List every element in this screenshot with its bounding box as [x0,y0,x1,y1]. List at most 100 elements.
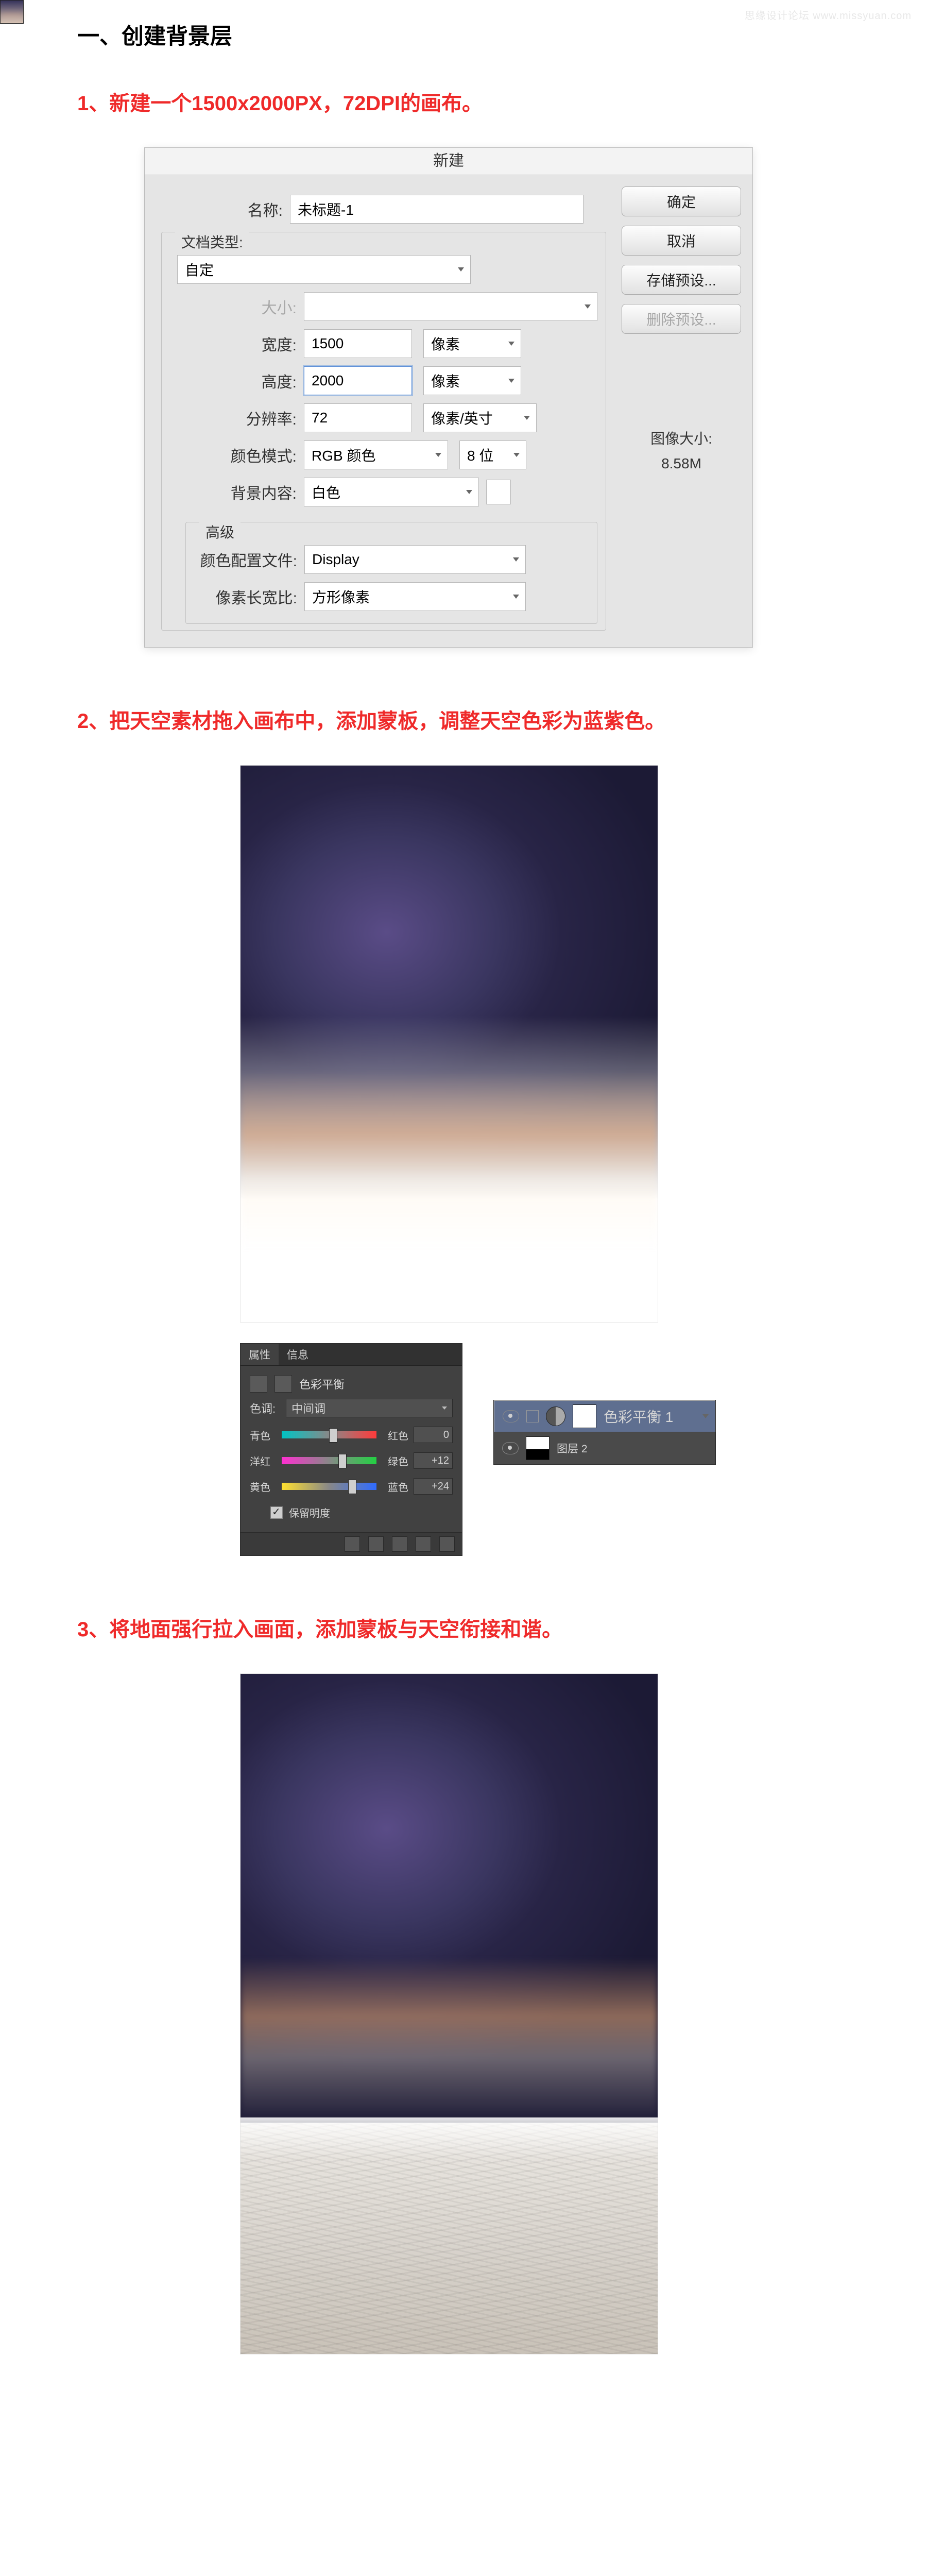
ok-button[interactable]: 确定 [622,187,741,216]
slider-track[interactable] [282,1431,376,1438]
size-select [304,292,597,321]
color-balance-slider[interactable]: 黄色 蓝色 +24 [250,1478,453,1495]
sky-canvas-preview [240,765,658,1323]
clip-icon[interactable] [345,1536,360,1552]
color-balance-slider[interactable]: 洋红 绿色 +12 [250,1452,453,1469]
sky-gradient [241,766,658,1322]
step2-title: 2、把天空素材拖入画布中，添加蒙板，调整天空色彩为蓝紫色。 [77,704,855,734]
tone-select[interactable]: 中间调 [286,1399,453,1417]
fieldset-advanced: 高级 颜色配置文件: Display 像素长宽比: 方形像素 [185,522,597,624]
layer-sky[interactable]: 图层 2 [494,1432,715,1465]
step1-title: 1、新建一个1500x2000PX，72DPI的画布。 [77,87,855,116]
panel-footer [241,1532,462,1555]
label-size: 大小: [170,295,304,318]
label-doc-type: 文档类型: [175,231,249,252]
image-size-value: 8.58M [622,451,741,476]
label-res: 分辨率: [170,406,304,429]
visibility-toggle-icon[interactable] [502,1442,519,1454]
visibility-toggle-icon[interactable] [503,1410,519,1422]
profile-value: Display [312,551,359,568]
preserve-lum-checkbox[interactable] [270,1506,283,1519]
section-title: 一、创建背景层 [77,19,855,50]
bg-select[interactable]: 白色 [304,478,479,506]
label-name: 名称: [156,198,290,221]
slider-left-label: 洋红 [250,1453,278,1468]
save-preset-button[interactable]: 存储预设... [622,265,741,295]
res-unit-value: 像素/英寸 [431,408,493,428]
mask-icon [274,1375,292,1393]
link-icon [526,1410,539,1422]
slider-track[interactable] [282,1457,376,1464]
layers-panel: 色彩平衡 1 图层 2 [493,1400,716,1465]
bg-value: 白色 [312,482,340,502]
slider-right-label: 红色 [381,1428,408,1443]
label-color-mode: 颜色模式: [170,444,304,466]
doc-type-select[interactable]: 自定 [177,255,471,284]
slider-knob[interactable] [329,1428,337,1443]
tone-value: 中间调 [291,1400,325,1416]
label-advanced: 高级 [199,521,241,542]
ground-texture [241,2123,658,2354]
bg-color-swatch[interactable] [486,480,511,504]
slider-value[interactable]: +12 [414,1452,453,1469]
dialog-title: 新建 [145,148,752,175]
new-document-dialog: 新建 名称: 文档类型: 自定 大小: [144,147,753,648]
color-mode-select[interactable]: RGB 颜色 [304,440,448,469]
adjustment-icon [250,1375,267,1393]
height-unit-select[interactable]: 像素 [423,366,521,395]
aspect-select[interactable]: 方形像素 [304,582,526,611]
resolution-input[interactable] [304,403,412,432]
adjustment-thumb-icon [546,1406,565,1426]
delete-preset-button: 删除预设... [622,304,741,334]
label-width: 宽度: [170,332,304,355]
trash-icon[interactable] [439,1536,455,1552]
slider-value[interactable]: +24 [414,1478,453,1495]
width-unit-select[interactable]: 像素 [423,329,521,358]
label-bg: 背景内容: [170,481,304,503]
sky-gradient [241,1674,658,2191]
watermark-text: 思缘设计论坛 www.missyuan.com [745,7,912,22]
color-mode-value: RGB 颜色 [312,445,375,465]
sky-ground-canvas-preview [240,1673,658,2354]
layer-thumb [0,0,24,24]
adjustment-name: 色彩平衡 [299,1376,345,1392]
profile-select[interactable]: Display [304,545,526,574]
aspect-value: 方形像素 [312,586,370,607]
slider-right-label: 蓝色 [381,1479,408,1494]
res-unit-select[interactable]: 像素/英寸 [423,403,537,432]
layer-name: 图层 2 [557,1440,588,1456]
name-input[interactable] [290,195,583,224]
reset-icon[interactable] [392,1536,407,1552]
bits-value: 8 位 [467,445,493,465]
sky-mask-fade [241,1016,658,1322]
layer-name: 色彩平衡 1 [604,1406,673,1427]
slider-knob[interactable] [338,1454,347,1468]
layer-mask-thumb[interactable] [573,1404,596,1428]
tone-label: 色调: [250,1400,286,1416]
layer-color-balance[interactable]: 色彩平衡 1 [494,1400,715,1432]
color-balance-slider[interactable]: 青色 红色 0 [250,1427,453,1443]
width-input[interactable] [304,329,412,358]
label-height: 高度: [170,369,304,392]
step3-title: 3、将地面强行拉入画面，添加蒙板与天空衔接和谐。 [77,1613,855,1642]
properties-panel: 属性 信息 色彩平衡 色调: 中间调 青色 红色 0 洋红 绿色 +12 黄色 蓝色 +24 保… [240,1343,462,1556]
layer-mask-thumb[interactable] [526,1436,550,1460]
slider-track[interactable] [282,1483,376,1490]
view-prev-icon[interactable] [368,1536,384,1552]
slider-left-label: 青色 [250,1428,278,1443]
slider-value[interactable]: 0 [414,1427,453,1443]
bits-select[interactable]: 8 位 [459,440,526,469]
image-size-label: 图像大小: [622,427,741,451]
label-aspect: 像素长宽比: [194,585,304,608]
label-profile: 颜色配置文件: [194,548,304,571]
width-unit-value: 像素 [431,333,460,354]
tab-properties[interactable]: 属性 [241,1344,279,1365]
slider-right-label: 绿色 [381,1453,408,1468]
preserve-lum-label: 保留明度 [289,1505,330,1520]
slider-left-label: 黄色 [250,1479,278,1494]
visibility-icon[interactable] [416,1536,431,1552]
slider-knob[interactable] [348,1480,356,1494]
height-input[interactable] [304,366,412,395]
cancel-button[interactable]: 取消 [622,226,741,256]
tab-info[interactable]: 信息 [279,1344,317,1365]
